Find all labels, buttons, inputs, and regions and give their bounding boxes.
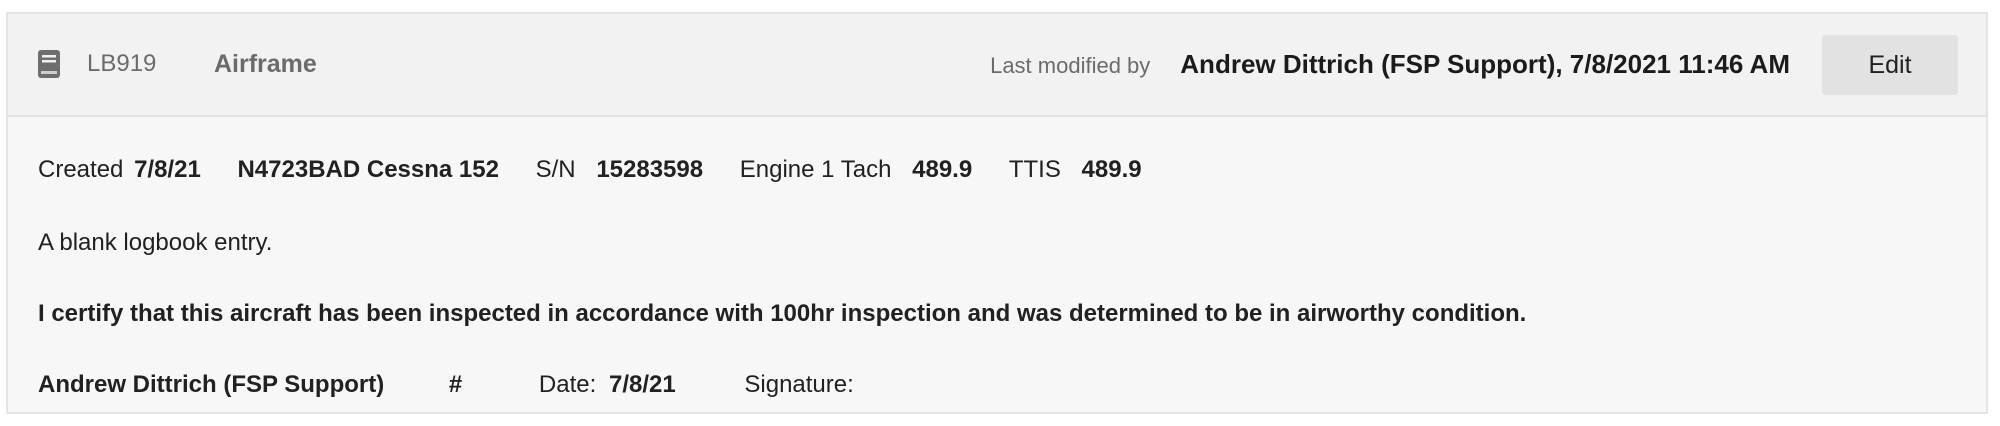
signature-label: Signature: — [744, 371, 854, 398]
serial-label: S/N — [535, 156, 576, 183]
ttis-label: TTIS — [1008, 156, 1061, 183]
entry-header: LB919 Airframe Last modified by Andrew D… — [8, 14, 1986, 117]
last-modified-label: Last modified by — [990, 53, 1151, 78]
entry-body: Created 7/8/21 N4723BAD Cessna 152 S/N 1… — [38, 117, 1956, 412]
certificate-number-label: # — [448, 371, 463, 398]
created-label: Created — [38, 156, 124, 183]
date-label: Date: — [538, 371, 597, 398]
edit-button[interactable]: Edit — [1822, 35, 1958, 95]
logbook-entry-card: LB919 Airframe Last modified by Andrew D… — [6, 12, 1988, 414]
certification-statement: I certify that this aircraft has been in… — [38, 300, 1527, 327]
ttis-value: 489.9 — [1081, 156, 1142, 183]
serial-value: 15283598 — [596, 156, 704, 183]
logbook-icon — [38, 50, 60, 78]
entry-meta-row: Created 7/8/21 N4723BAD Cessna 152 S/N 1… — [38, 155, 1142, 185]
tach-value: 489.9 — [912, 156, 973, 183]
entry-description: A blank logbook entry. — [38, 229, 273, 256]
last-modified: Last modified by Andrew Dittrich (FSP Su… — [990, 48, 1790, 82]
last-modified-value: Andrew Dittrich (FSP Support), 7/8/2021 … — [1180, 49, 1790, 79]
signoff-row: Andrew Dittrich (FSP Support) # Date: 7/… — [38, 370, 854, 400]
entry-type: Airframe — [214, 50, 317, 78]
signer-name: Andrew Dittrich (FSP Support) — [38, 371, 385, 398]
entry-id: LB919 — [87, 50, 157, 77]
date-value: 7/8/21 — [608, 371, 676, 398]
created-date: 7/8/21 — [134, 156, 201, 183]
aircraft-name: N4723BAD Cessna 152 — [237, 156, 499, 183]
tach-label: Engine 1 Tach — [739, 156, 892, 183]
